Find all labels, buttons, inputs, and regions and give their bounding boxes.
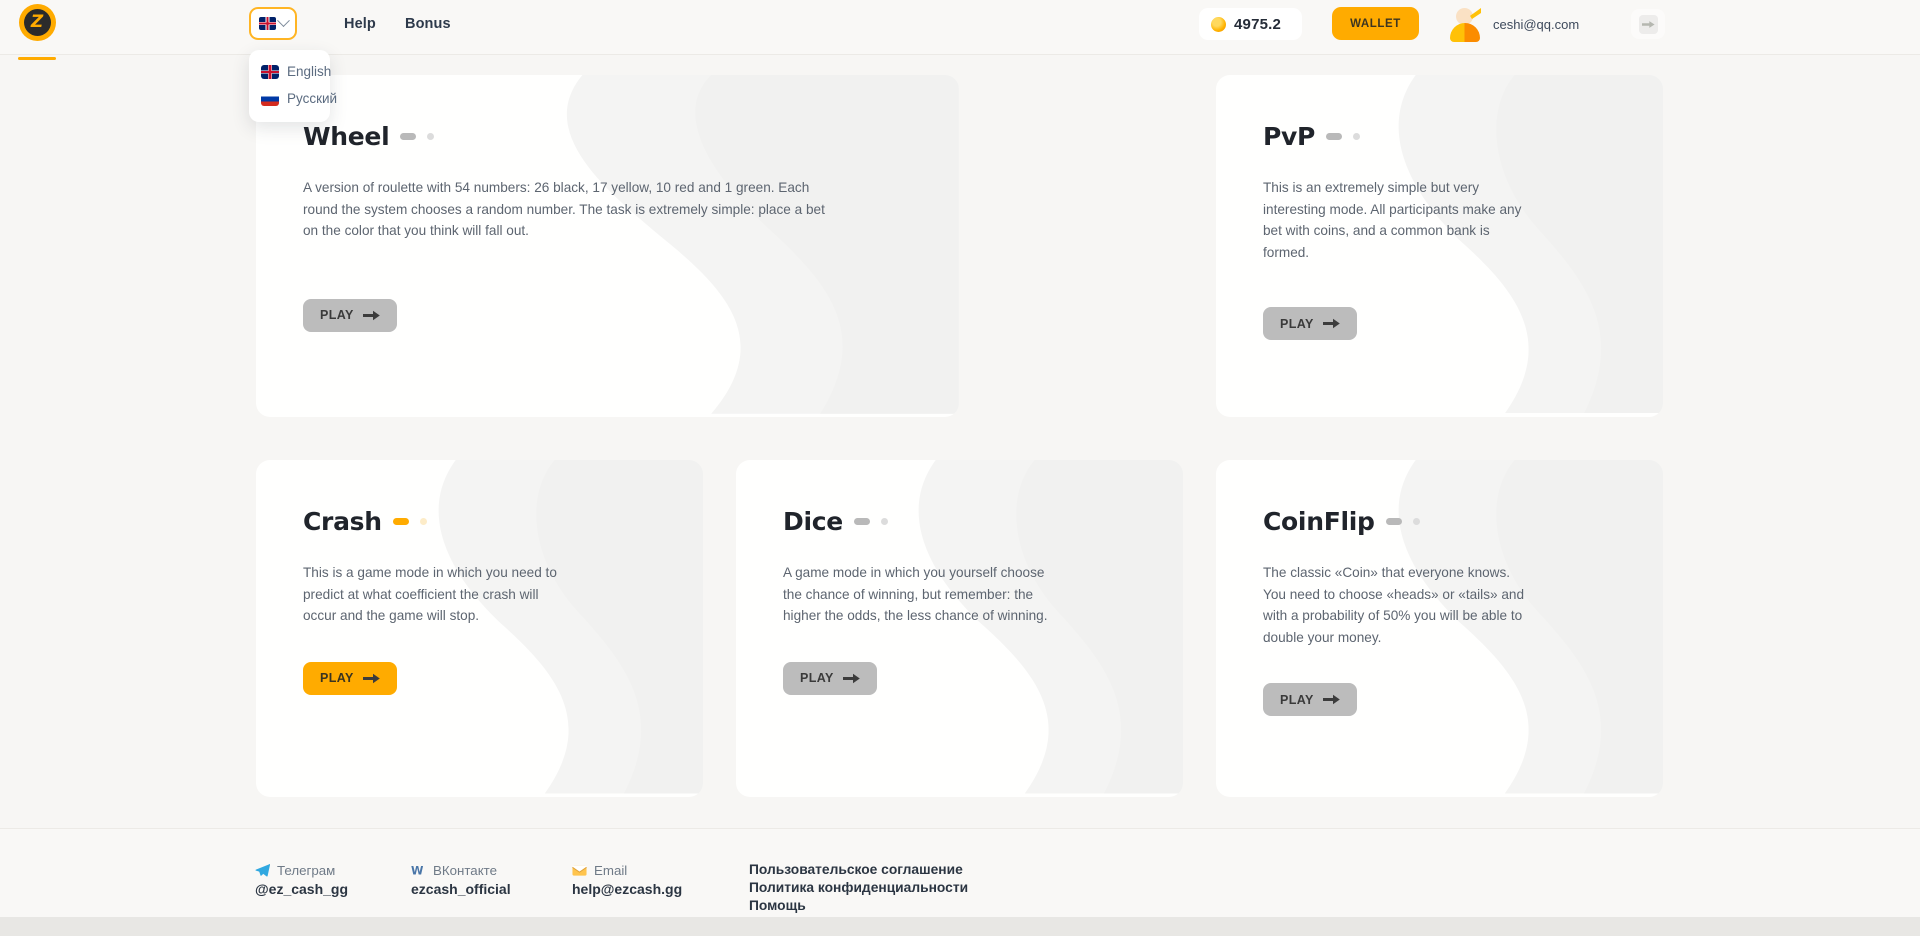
uk-flag-icon [259, 17, 276, 30]
game-card-coinflip[interactable]: CoinFlip The classic «Coin» that everyon… [1216, 460, 1663, 797]
nav-item-help[interactable]: Help [344, 16, 376, 32]
card-description: This is an extremely simple but very int… [1263, 177, 1535, 263]
status-dot [881, 518, 888, 525]
language-dropdown-menu[interactable]: English Русский [249, 50, 330, 122]
card-header-row: Dice [783, 507, 1183, 536]
svg-text:W: W [411, 865, 424, 878]
card-title: PvP [1263, 122, 1315, 151]
logout-icon-box [1639, 15, 1658, 34]
footer-contact-vk[interactable]: W ВКонтакте ezcash_official [411, 863, 511, 897]
logo-coin-icon: Z [19, 4, 56, 41]
uk-flag-icon [261, 65, 279, 79]
game-card-crash[interactable]: Crash This is a game mode in which you n… [256, 460, 703, 797]
top-header: Z Help Bonus 4975.2 WALLET ceshi@qq.com [0, 0, 1920, 55]
arrow-right-icon [363, 673, 380, 684]
card-description: A game mode in which you yourself choose… [783, 562, 1055, 627]
telegram-icon [255, 863, 270, 878]
card-title: Dice [783, 507, 843, 536]
card-title: Wheel [303, 122, 389, 151]
balance-value: 4975.2 [1234, 16, 1281, 33]
status-dot [1353, 133, 1360, 140]
footer-contact-label: Email [594, 863, 627, 878]
avatar-body-shape [1450, 23, 1480, 42]
user-email-label: ceshi@qq.com [1493, 17, 1579, 32]
play-button-crash[interactable]: PLAY [303, 662, 397, 695]
footer-links: Пользовательское соглашение Политика кон… [749, 862, 968, 913]
play-button-label: PLAY [320, 308, 354, 322]
play-button-dice[interactable]: PLAY [783, 662, 877, 695]
language-option-label: Русский [287, 91, 337, 106]
card-description: The classic «Coin» that everyone knows. … [1263, 562, 1535, 648]
chevron-down-icon [277, 14, 290, 27]
play-button-wheel[interactable]: PLAY [303, 299, 397, 332]
status-pill [400, 133, 416, 140]
card-description: A version of roulette with 54 numbers: 2… [303, 177, 843, 242]
window-bottom-edge [0, 917, 1920, 936]
status-pill [1326, 133, 1342, 140]
footer-contact-head: Телеграм [255, 863, 348, 878]
card-header-row: Crash [303, 507, 703, 536]
footer-contact-head: W ВКонтакте [411, 863, 511, 878]
arrow-right-icon [843, 673, 860, 684]
language-selector-button[interactable] [249, 7, 297, 40]
arrow-right-icon [1323, 318, 1340, 329]
arrow-right-icon [1323, 694, 1340, 705]
game-card-pvp[interactable]: PvP This is an extremely simple but very… [1216, 75, 1663, 417]
status-dot [427, 133, 434, 140]
footer-contact-label: ВКонтакте [433, 863, 497, 878]
play-button-label: PLAY [1280, 693, 1314, 707]
footer-link-user-agreement[interactable]: Пользовательское соглашение [749, 862, 968, 877]
site-logo[interactable]: Z [14, 4, 60, 54]
logo-letter: Z [24, 9, 51, 36]
language-option-label: English [287, 64, 331, 79]
logout-arrow-icon [1642, 20, 1655, 29]
footer-link-privacy-policy[interactable]: Политика конфиденциальности [749, 880, 968, 895]
footer-link-help[interactable]: Помощь [749, 898, 968, 913]
card-header-row: CoinFlip [1263, 507, 1663, 536]
card-description: This is a game mode in which you need to… [303, 562, 575, 627]
footer-contact-email[interactable]: Email help@ezcash.gg [572, 863, 682, 897]
status-pill [854, 518, 870, 525]
footer-contact-value[interactable]: @ez_cash_gg [255, 881, 348, 897]
game-card-wheel[interactable]: Wheel A version of roulette with 54 numb… [256, 75, 959, 417]
card-title: Crash [303, 507, 382, 536]
coin-icon [1211, 17, 1226, 32]
vk-icon: W [411, 863, 426, 878]
logout-button[interactable] [1631, 9, 1665, 39]
card-title: CoinFlip [1263, 507, 1375, 536]
logo-active-underline [18, 57, 56, 60]
footer-contact-value[interactable]: ezcash_official [411, 881, 511, 897]
balance-display[interactable]: 4975.2 [1199, 8, 1302, 40]
game-card-dice[interactable]: Dice A game mode in which you yourself c… [736, 460, 1183, 797]
nav-item-bonus[interactable]: Bonus [405, 16, 451, 32]
language-option-english[interactable]: English [249, 58, 330, 85]
footer-contact-value[interactable]: help@ezcash.gg [572, 881, 682, 897]
language-option-russian[interactable]: Русский [249, 85, 330, 112]
status-pill [1386, 518, 1402, 525]
play-button-coinflip[interactable]: PLAY [1263, 683, 1357, 716]
footer-contact-label: Телеграм [277, 863, 335, 878]
play-button-label: PLAY [1280, 317, 1314, 331]
russia-flag-icon [261, 92, 279, 106]
footer-contact-head: Email [572, 863, 682, 878]
games-grid: Wheel A version of roulette with 54 numb… [0, 55, 1920, 828]
play-button-label: PLAY [800, 671, 834, 685]
card-header-row: Wheel [303, 122, 959, 151]
email-icon [572, 863, 587, 878]
avatar[interactable] [1447, 8, 1483, 42]
arrow-right-icon [363, 310, 380, 321]
card-header-row: PvP [1263, 122, 1663, 151]
footer-contact-telegram[interactable]: Телеграм @ez_cash_gg [255, 863, 348, 897]
wallet-button[interactable]: WALLET [1332, 7, 1419, 40]
play-button-label: PLAY [320, 671, 354, 685]
play-button-pvp[interactable]: PLAY [1263, 307, 1357, 340]
status-dot [1413, 518, 1420, 525]
status-pill [393, 518, 409, 525]
status-dot [420, 518, 427, 525]
